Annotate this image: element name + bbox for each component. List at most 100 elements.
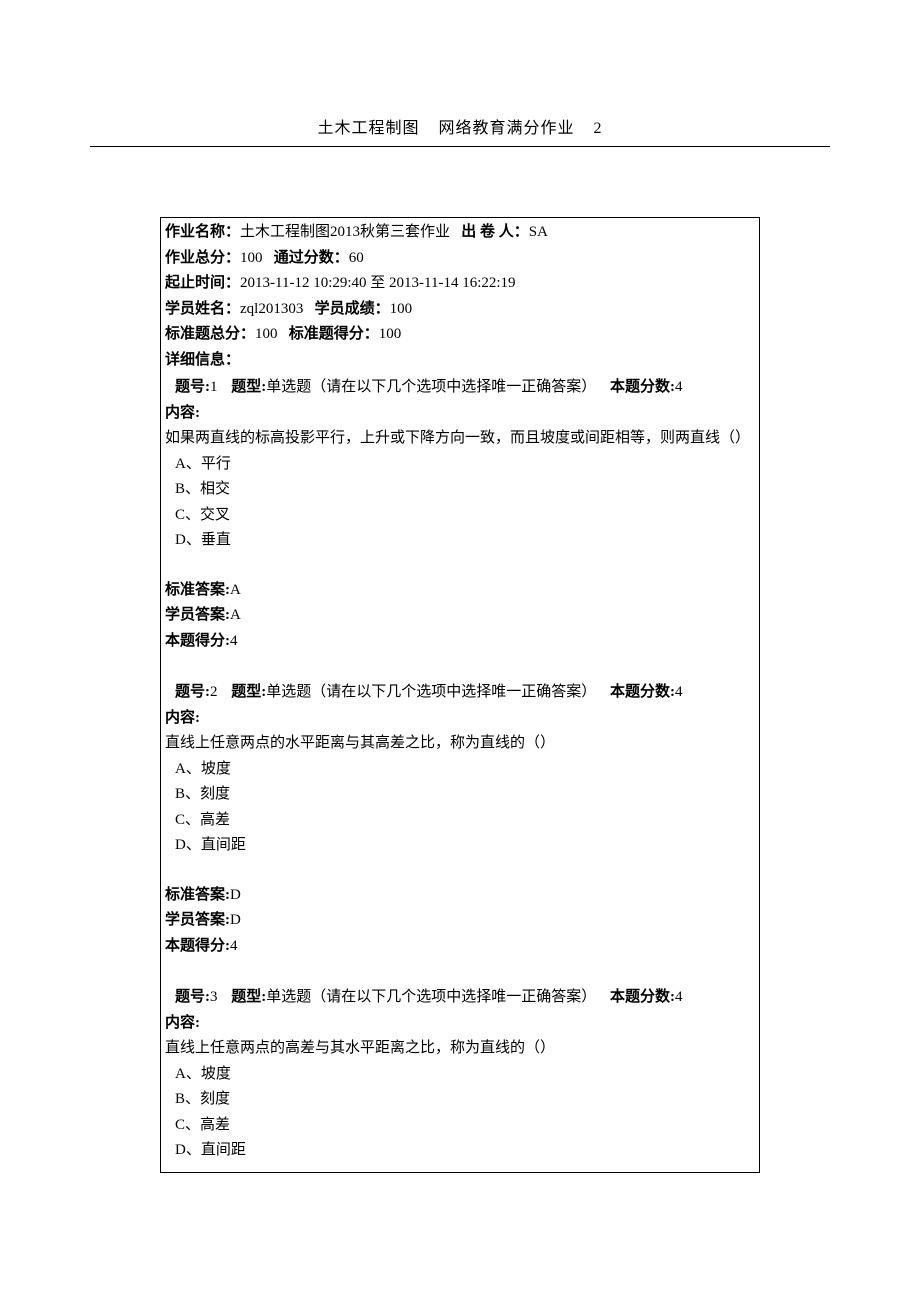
detail-label: 详细信息： xyxy=(165,348,755,374)
issuer: SA xyxy=(529,224,548,240)
question-head: 题号:2 题型:单选题（请在以下几个选项中选择唯一正确答案） 本题分数:4 xyxy=(165,680,755,706)
content-label: 内容: xyxy=(165,1011,755,1037)
qtype-label: 题型: xyxy=(231,989,266,1005)
got-score: 4 xyxy=(230,938,238,954)
got-score: 4 xyxy=(230,633,238,649)
meta-student-row: 学员姓名：zql201303 学员成绩：100 xyxy=(165,297,755,323)
content-label: 内容: xyxy=(165,401,755,427)
stu-answer-label: 学员答案: xyxy=(165,607,230,623)
header-divider xyxy=(90,146,830,147)
hw-name-label: 作业名称： xyxy=(165,224,240,240)
std-score-label: 标准题得分： xyxy=(289,326,379,342)
qscore: 4 xyxy=(675,989,683,1005)
spacer xyxy=(165,654,755,678)
student-score: 100 xyxy=(390,301,413,317)
stu-answer: D xyxy=(230,912,241,928)
stu-answer-row: 学员答案:A xyxy=(165,603,755,629)
option-c: C、交叉 xyxy=(175,503,755,529)
question-stem: 直线上任意两点的水平距离与其高差之比，称为直线的（） xyxy=(165,731,755,757)
student-name-label: 学员姓名： xyxy=(165,301,240,317)
got-score-row: 本题得分:4 xyxy=(165,629,755,655)
meta-total-row: 作业总分：100 通过分数：60 xyxy=(165,246,755,272)
qtype-label: 题型: xyxy=(231,379,266,395)
qnum: 1 xyxy=(210,379,218,395)
option-b: B、刻度 xyxy=(175,782,755,808)
time-label: 起止时间： xyxy=(165,275,240,291)
std-score: 100 xyxy=(379,326,402,342)
meta-block: 作业名称：土木工程制图2013秋第三套作业 出 卷 人：SA 作业总分：100 … xyxy=(165,220,755,373)
option-b: B、相交 xyxy=(175,477,755,503)
std-total-label: 标准题总分： xyxy=(165,326,255,342)
stu-answer-row: 学员答案:D xyxy=(165,908,755,934)
question-block: 题号:2 题型:单选题（请在以下几个选项中选择唯一正确答案） 本题分数:4 内容… xyxy=(165,680,755,983)
content-label: 内容: xyxy=(165,706,755,732)
option-a: A、坡度 xyxy=(175,757,755,783)
stu-answer-label: 学员答案: xyxy=(165,912,230,928)
std-answer-label: 标准答案: xyxy=(165,582,230,598)
answers-block: 标准答案:D 学员答案:D 本题得分:4 xyxy=(165,883,755,960)
time-range: 2013-11-12 10:29:40 至 2013-11-14 16:22:1… xyxy=(240,275,516,291)
option-d: D、直间距 xyxy=(175,833,755,859)
qtype-text: 单选题（请在以下几个选项中选择唯一正确答案） xyxy=(266,684,596,700)
page-header: 土木工程制图 网络教育满分作业 2 xyxy=(90,115,830,142)
page: 土木工程制图 网络教育满分作业 2 作业名称：土木工程制图2013秋第三套作业 … xyxy=(0,0,920,1302)
qscore-label: 本题分数: xyxy=(610,379,675,395)
spacer xyxy=(165,554,755,578)
option-d: D、直间距 xyxy=(175,1138,755,1164)
qtype-text: 单选题（请在以下几个选项中选择唯一正确答案） xyxy=(266,989,596,1005)
header-title-part1: 土木工程制图 xyxy=(317,120,419,137)
pass-label: 通过分数： xyxy=(274,250,349,266)
question-options: A、平行 B、相交 C、交叉 D、垂直 xyxy=(165,452,755,554)
std-answer-row: 标准答案:A xyxy=(165,578,755,604)
question-head: 题号:1 题型:单选题（请在以下几个选项中选择唯一正确答案） 本题分数:4 xyxy=(165,375,755,401)
question-stem: 如果两直线的标高投影平行，上升或下降方向一致，而且坡度或间距相等，则两直线（） xyxy=(165,426,755,452)
question-body: 内容: 直线上任意两点的高差与其水平距离之比，称为直线的（） A、坡度 B、刻度… xyxy=(165,1011,755,1164)
option-b: B、刻度 xyxy=(175,1087,755,1113)
std-answer-label: 标准答案: xyxy=(165,887,230,903)
issuer-label: 出 卷 人： xyxy=(461,224,529,240)
qscore: 4 xyxy=(675,684,683,700)
header-page-number: 2 xyxy=(594,120,603,137)
question-options: A、坡度 B、刻度 C、高差 D、直间距 xyxy=(165,757,755,859)
stu-answer: A xyxy=(230,607,241,623)
qnum-label: 题号: xyxy=(175,684,210,700)
student-name: zql201303 xyxy=(240,301,303,317)
qnum: 3 xyxy=(210,989,218,1005)
question-options: A、坡度 B、刻度 C、高差 D、直间距 xyxy=(165,1062,755,1164)
question-stem: 直线上任意两点的高差与其水平距离之比，称为直线的（） xyxy=(165,1036,755,1062)
std-answer-row: 标准答案:D xyxy=(165,883,755,909)
question-block: 题号:1 题型:单选题（请在以下几个选项中选择唯一正确答案） 本题分数:4 内容… xyxy=(165,375,755,678)
option-a: A、平行 xyxy=(175,452,755,478)
question-block: 题号:3 题型:单选题（请在以下几个选项中选择唯一正确答案） 本题分数:4 内容… xyxy=(165,985,755,1164)
option-c: C、高差 xyxy=(175,808,755,834)
header-title-part2: 网络教育满分作业 xyxy=(439,120,575,137)
student-score-label: 学员成绩： xyxy=(315,301,390,317)
qscore-label: 本题分数: xyxy=(610,989,675,1005)
option-c: C、高差 xyxy=(175,1113,755,1139)
pass: 60 xyxy=(349,250,364,266)
option-d: D、垂直 xyxy=(175,528,755,554)
got-score-label: 本题得分: xyxy=(165,938,230,954)
total: 100 xyxy=(240,250,263,266)
spacer xyxy=(165,859,755,883)
question-head: 题号:3 题型:单选题（请在以下几个选项中选择唯一正确答案） 本题分数:4 xyxy=(165,985,755,1011)
qnum-label: 题号: xyxy=(175,379,210,395)
qscore: 4 xyxy=(675,379,683,395)
question-body: 内容: 直线上任意两点的水平距离与其高差之比，称为直线的（） A、坡度 B、刻度… xyxy=(165,706,755,859)
qnum-label: 题号: xyxy=(175,989,210,1005)
answers-block: 标准答案:A 学员答案:A 本题得分:4 xyxy=(165,578,755,655)
meta-time-row: 起止时间：2013-11-12 10:29:40 至 2013-11-14 16… xyxy=(165,271,755,297)
qtype-text: 单选题（请在以下几个选项中选择唯一正确答案） xyxy=(266,379,596,395)
option-a: A、坡度 xyxy=(175,1062,755,1088)
std-answer: D xyxy=(230,887,241,903)
qnum: 2 xyxy=(210,684,218,700)
total-label: 作业总分： xyxy=(165,250,240,266)
qtype-label: 题型: xyxy=(231,684,266,700)
meta-hw-name-row: 作业名称：土木工程制图2013秋第三套作业 出 卷 人：SA xyxy=(165,220,755,246)
std-total: 100 xyxy=(255,326,278,342)
question-body: 内容: 如果两直线的标高投影平行，上升或下降方向一致，而且坡度或间距相等，则两直… xyxy=(165,401,755,554)
hw-name: 土木工程制图2013秋第三套作业 xyxy=(240,224,450,240)
spacer xyxy=(165,959,755,983)
meta-standard-row: 标准题总分：100 标准题得分：100 xyxy=(165,322,755,348)
got-score-row: 本题得分:4 xyxy=(165,934,755,960)
